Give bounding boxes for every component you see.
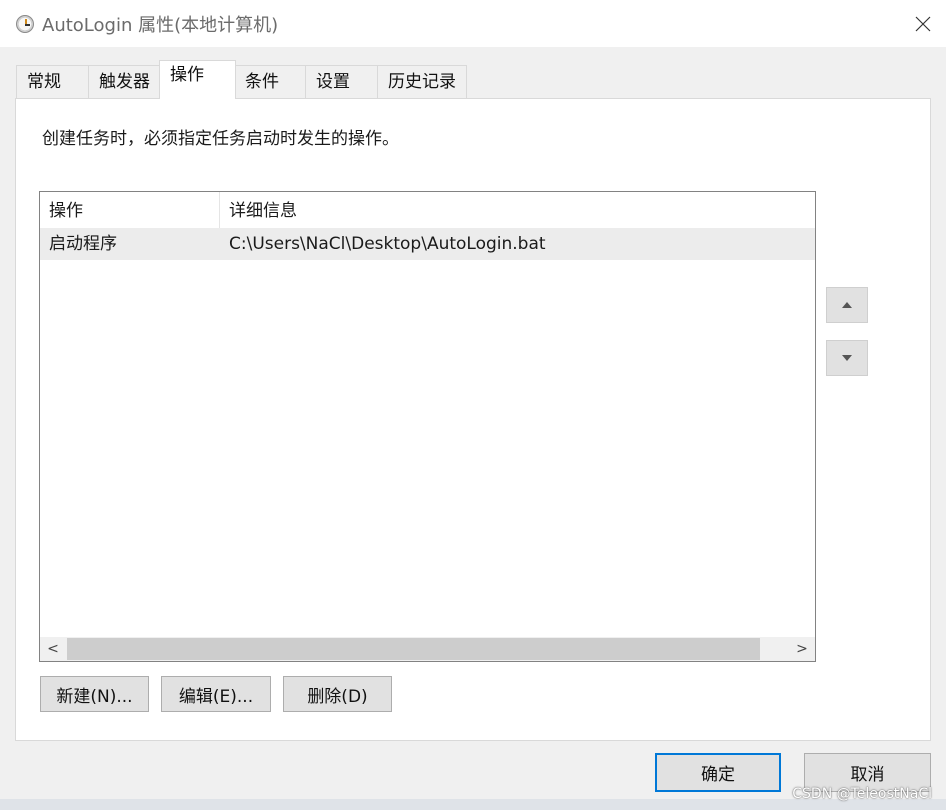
instruction-text: 创建任务时，必须指定任务启动时发生的操作。	[42, 129, 399, 149]
delete-action-button[interactable]: 删除(D)	[283, 676, 392, 712]
move-up-button[interactable]	[826, 287, 868, 323]
clock-icon	[16, 15, 34, 33]
edit-action-button[interactable]: 编辑(E)...	[161, 676, 271, 712]
row-details-cell: C:\Users\NaCl\Desktop\AutoLogin.bat	[229, 234, 546, 254]
move-down-button[interactable]	[826, 340, 868, 376]
title-bar: AutoLogin 属性(本地计算机)	[0, 0, 946, 47]
list-row[interactable]: 启动程序 C:\Users\NaCl\Desktop\AutoLogin.bat	[40, 228, 815, 260]
column-header-action[interactable]: 操作	[40, 192, 220, 228]
row-action-cell: 启动程序	[49, 234, 117, 254]
tab-settings[interactable]: 设置	[305, 65, 378, 98]
new-action-button[interactable]: 新建(N)...	[40, 676, 149, 712]
scroll-left-button[interactable]: <	[40, 637, 66, 661]
tab-history[interactable]: 历史记录	[377, 65, 467, 98]
scrollbar-thumb[interactable]	[67, 638, 760, 660]
tab-actions[interactable]: 操作	[159, 60, 236, 99]
window-title: AutoLogin 属性(本地计算机)	[42, 15, 279, 36]
triangle-down-icon	[842, 355, 852, 361]
watermark: CSDN @TeleostNaCl	[792, 786, 932, 802]
tab-triggers[interactable]: 触发器	[88, 65, 161, 98]
triangle-up-icon	[842, 302, 852, 308]
tab-conditions[interactable]: 条件	[234, 65, 306, 98]
close-button[interactable]	[900, 0, 946, 47]
scroll-right-button[interactable]: >	[789, 637, 815, 661]
actions-list[interactable]: 操作 详细信息 启动程序 C:\Users\NaCl\Desktop\AutoL…	[39, 191, 816, 662]
list-header: 操作 详细信息	[40, 192, 815, 228]
close-icon	[915, 16, 931, 31]
tab-general[interactable]: 常规	[16, 65, 89, 98]
horizontal-scrollbar[interactable]: < >	[40, 637, 815, 661]
column-header-details[interactable]: 详细信息	[220, 192, 815, 228]
ok-button[interactable]: 确定	[655, 753, 781, 792]
